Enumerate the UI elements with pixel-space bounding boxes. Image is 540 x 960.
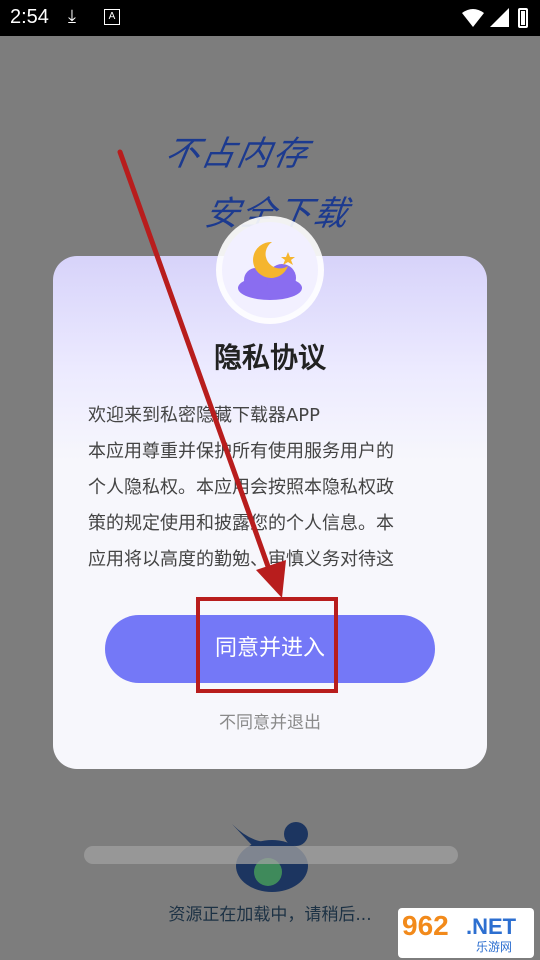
- site-watermark: 962 .NET 乐游网: [398, 908, 534, 958]
- watermark-net: .NET: [466, 914, 517, 939]
- annotation-arrow: [117, 149, 286, 598]
- watermark-site-name: 乐游网: [476, 940, 513, 954]
- watermark-number: 962: [402, 910, 449, 941]
